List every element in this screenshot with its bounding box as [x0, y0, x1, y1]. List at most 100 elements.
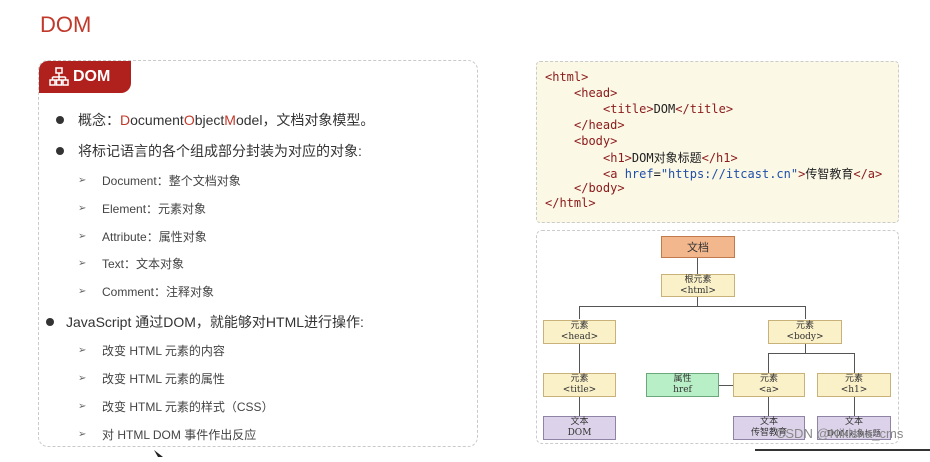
tree-connector: [719, 385, 733, 386]
node-sublabel: <html>: [680, 285, 716, 296]
arrow-icon: ➢: [78, 258, 87, 269]
tree-node-h1: 元素 <h1>: [817, 373, 891, 397]
hierarchy-icon: [49, 67, 69, 87]
node-sublabel: <body>: [786, 332, 824, 342]
initial-o: O: [183, 112, 195, 128]
code-text: DOM: [653, 102, 676, 116]
tree-connector: [768, 353, 769, 373]
code-line: <html>: [545, 70, 588, 84]
word-bject: bject: [194, 112, 225, 128]
code-line: <h1>DOM对象标题</h1>: [603, 149, 738, 166]
tree-connector: [697, 297, 698, 306]
tree-node-text-dom: 文本 DOM: [543, 416, 616, 440]
node-sublabel: <a>: [758, 385, 780, 395]
tree-node-head: 元素 <head>: [543, 320, 616, 344]
tree-connector: [697, 258, 698, 274]
slide-title: DOM: [40, 12, 92, 37]
arrow-icon: ➢: [78, 203, 87, 214]
word-ocument: ocument: [130, 112, 184, 128]
code-tag: <body>: [574, 134, 618, 148]
code-line: </html>: [545, 196, 596, 210]
list-item-text: Comment：注释对象: [102, 285, 215, 299]
code-text: DOM对象标题: [631, 151, 702, 165]
tree-connector: [768, 397, 769, 416]
node-label: 根元素: [684, 274, 712, 285]
code-line: <title>DOM</title>: [603, 102, 733, 116]
node-label: 元素: [759, 374, 778, 384]
code-line: </head>: [574, 118, 625, 132]
node-label: 文本: [570, 417, 589, 427]
list-item-text: 对 HTML DOM 事件作出反应: [102, 428, 257, 442]
list-item-text: 改变 HTML 元素的属性: [102, 372, 225, 386]
code-line: <body>: [574, 134, 617, 148]
arrow-icon: ➢: [78, 373, 87, 384]
bullet-dot: [56, 147, 64, 155]
arrow-icon: ➢: [78, 231, 87, 242]
node-sublabel: href: [673, 385, 692, 395]
node-label: 元素: [570, 321, 589, 331]
node-sublabel: <head>: [560, 332, 599, 342]
code-tag: </head>: [574, 118, 625, 132]
arrow-icon: ➢: [78, 401, 87, 412]
arrow-icon: ➢: [78, 286, 87, 297]
node-sublabel: DOM: [567, 428, 592, 438]
initial-d: D: [120, 112, 131, 128]
tree-connector: [854, 397, 855, 416]
node-label: 文档: [687, 240, 709, 254]
tree-connector: [805, 306, 806, 319]
tree-connector: [854, 353, 855, 373]
list-item: ➢ 对 HTML DOM 事件作出反应: [78, 426, 256, 443]
code-tag: </a>: [853, 167, 883, 181]
code-tag: <title>: [603, 102, 654, 116]
list-item: ➢ Text：文本对象: [78, 255, 184, 272]
code-text: =: [653, 167, 661, 181]
node-sublabel: <title>: [562, 385, 597, 395]
word-odel: odel: [235, 112, 263, 128]
code-line: </body>: [574, 181, 625, 195]
arrow-icon: ➢: [78, 429, 87, 440]
code-line: <a href="https://itcast.cn">传智教育</a>: [603, 165, 882, 182]
section-tag: DOM: [39, 61, 131, 93]
node-label: 属性: [673, 374, 692, 384]
list-item: ➢ 改变 HTML 元素的样式（CSS）: [78, 398, 274, 415]
tree-node-anchor: 元素 <a>: [733, 373, 805, 397]
arrow-icon: ➢: [78, 175, 87, 186]
bullet-operations: JavaScript 通过DOM，就能够对HTML进行操作:: [46, 312, 364, 332]
mouse-cursor-icon: [154, 444, 164, 462]
node-label: 元素: [795, 321, 814, 331]
tree-node-body: 元素 <body>: [768, 320, 842, 344]
bullet-concept: 概念： Document Object Model ，文档对象模型。: [56, 110, 374, 130]
code-text: 传智教育: [805, 167, 854, 181]
code-tag: <h1>: [603, 151, 632, 165]
code-tag: <head>: [574, 86, 618, 100]
tree-node-document: 文档: [661, 236, 735, 258]
tree-connector: [805, 344, 806, 353]
code-attr: href: [624, 167, 654, 181]
list-item-text: Text：文本对象: [102, 257, 185, 271]
bullet-dot: [46, 318, 54, 326]
code-tag: <a: [603, 167, 625, 181]
node-sublabel: <h1>: [840, 385, 868, 395]
tree-node-root: 根元素 <html>: [661, 274, 735, 297]
bullet-text: JavaScript 通过DOM，就能够对HTML进行操作:: [66, 314, 364, 330]
code-string: "https://itcast.cn": [660, 167, 799, 181]
list-item: ➢ Element：元素对象: [78, 200, 206, 217]
list-item-text: 改变 HTML 元素的样式（CSS）: [102, 400, 274, 414]
initial-m: M: [224, 112, 236, 128]
arrow-icon: ➢: [78, 345, 87, 356]
node-label: 元素: [844, 374, 863, 384]
list-item-text: 改变 HTML 元素的内容: [102, 344, 225, 358]
section-tag-label: DOM: [73, 68, 111, 85]
code-tag: </title>: [675, 102, 734, 116]
watermark: CSDN @Nikisha_cms: [776, 426, 904, 441]
concept-prefix: 概念：: [78, 112, 120, 128]
list-item: ➢ 改变 HTML 元素的内容: [78, 342, 225, 359]
code-tag: <html>: [545, 70, 589, 84]
code-tag: </html>: [545, 196, 596, 210]
tree-connector: [579, 344, 580, 373]
bullet-text: 将标记语言的各个组成部分封装为对应的对象:: [78, 143, 362, 159]
list-item-text: Document：整个文档对象: [102, 174, 241, 188]
tree-node-title: 元素 <title>: [543, 373, 616, 397]
tree-connector: [579, 306, 580, 319]
code-line: <head>: [574, 86, 617, 100]
